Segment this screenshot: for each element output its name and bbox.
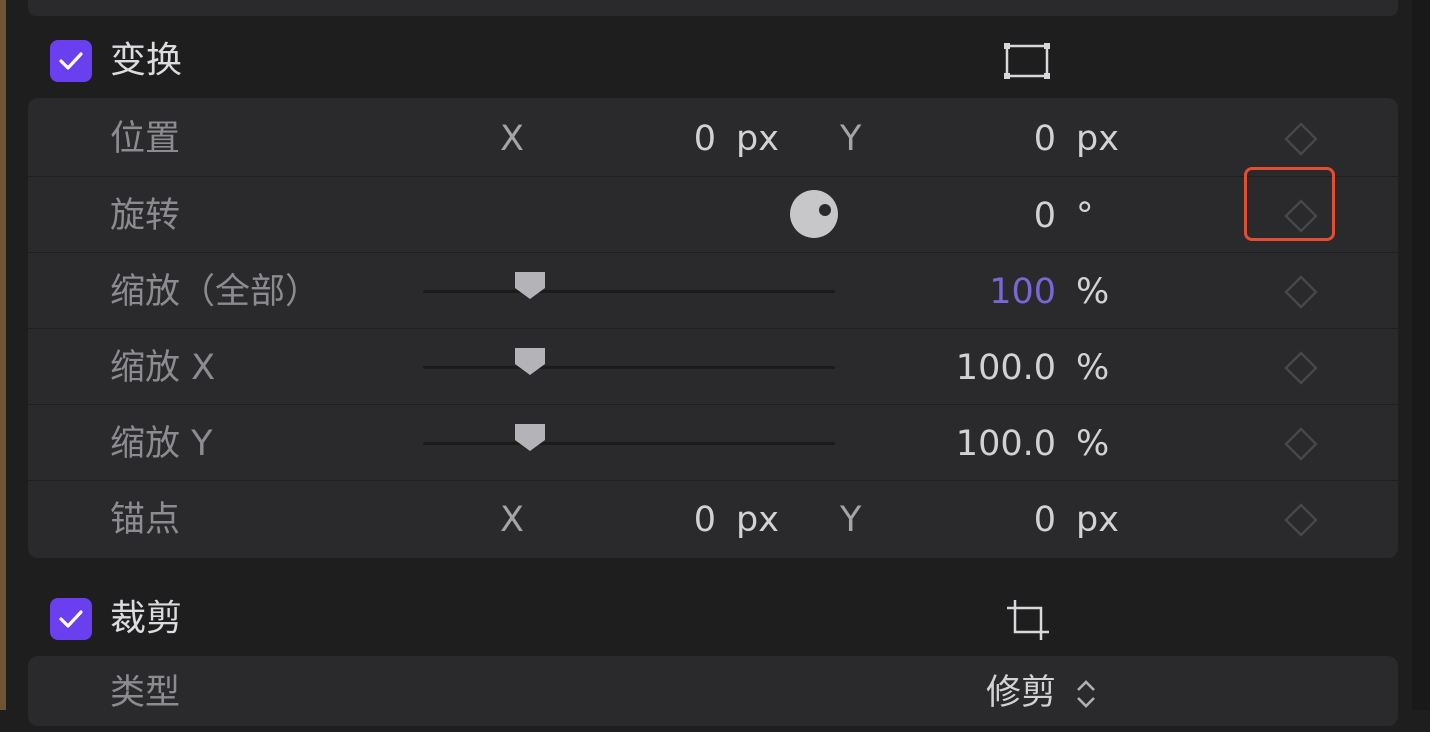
- scale-all-slider-thumb[interactable]: [512, 269, 548, 301]
- scale-y-row: 缩放 Y 100.0 %: [28, 404, 1398, 481]
- scale-all-unit: %: [1076, 272, 1110, 312]
- anchor-row: 锚点 X 0 px Y 0 px: [28, 480, 1398, 557]
- rotation-dial[interactable]: [785, 190, 843, 238]
- position-keyframe-icon[interactable]: [1284, 122, 1318, 156]
- crop-type-label: 类型: [110, 673, 181, 713]
- rotation-label: 旋转: [110, 196, 181, 236]
- scale-y-slider[interactable]: [423, 442, 835, 445]
- scale-all-row: 缩放（全部） 100 %: [28, 252, 1398, 329]
- scale-x-row: 缩放 X 100.0 %: [28, 328, 1398, 405]
- scale-all-keyframe-icon[interactable]: [1284, 275, 1318, 309]
- scale-x-label: 缩放 X: [110, 348, 216, 388]
- scale-y-keyframe-icon[interactable]: [1284, 427, 1318, 461]
- rotation-unit: °: [1076, 196, 1094, 236]
- anchor-x-unit: px: [736, 500, 779, 540]
- anchor-y-axis: Y: [840, 500, 862, 540]
- scale-y-slider-thumb[interactable]: [512, 421, 548, 453]
- anchor-y-value[interactable]: 0: [896, 495, 1056, 545]
- select-arrows-icon[interactable]: [1071, 674, 1101, 714]
- position-label: 位置: [110, 119, 181, 159]
- anchor-label: 锚点: [110, 500, 181, 540]
- anchor-x-value[interactable]: 0: [556, 495, 716, 545]
- crop-section-header: 裁剪: [28, 580, 1398, 656]
- scale-all-slider[interactable]: [423, 290, 835, 293]
- rotation-row: 旋转 0 °: [28, 176, 1398, 253]
- crop-title: 裁剪: [110, 598, 183, 639]
- checkmark-icon: [59, 610, 83, 628]
- rotation-value[interactable]: 0: [896, 191, 1056, 241]
- anchor-keyframe-icon[interactable]: [1284, 503, 1318, 537]
- checkmark-icon: [59, 52, 83, 70]
- scale-y-value[interactable]: 100.0: [896, 419, 1056, 469]
- transform-enable-checkbox[interactable]: [50, 40, 92, 82]
- position-y-axis: Y: [840, 119, 862, 159]
- position-x-axis: X: [500, 119, 524, 159]
- scale-x-keyframe-icon[interactable]: [1284, 351, 1318, 385]
- position-row: 位置 X 0 px Y 0 px: [28, 100, 1398, 176]
- crop-type-select[interactable]: 修剪: [896, 668, 1056, 718]
- transform-title: 变换: [110, 40, 183, 81]
- previous-section-bottom: [28, 0, 1398, 16]
- anchor-x-axis: X: [500, 500, 524, 540]
- scale-x-value[interactable]: 100.0: [896, 343, 1056, 393]
- scale-all-value[interactable]: 100: [896, 267, 1056, 317]
- position-y-value[interactable]: 0: [896, 114, 1056, 164]
- position-x-unit: px: [736, 119, 779, 159]
- transform-parameters: 位置 X 0 px Y 0 px 旋转 0 ° 缩放（全部） 100 % 缩放 …: [28, 98, 1398, 558]
- crop-icon[interactable]: [1003, 598, 1053, 642]
- anchor-y-unit: px: [1076, 500, 1119, 540]
- scale-x-slider[interactable]: [423, 366, 835, 369]
- crop-enable-checkbox[interactable]: [50, 598, 92, 640]
- scale-y-unit: %: [1076, 424, 1110, 464]
- transform-section-header: 变换: [28, 22, 1398, 98]
- crop-parameters: 类型 修剪: [28, 656, 1398, 726]
- scale-all-label: 缩放（全部）: [110, 272, 321, 312]
- position-x-value[interactable]: 0: [556, 114, 716, 164]
- scale-x-slider-thumb[interactable]: [512, 345, 548, 377]
- crop-type-row: 类型 修剪: [28, 656, 1398, 732]
- scale-x-unit: %: [1076, 348, 1110, 388]
- transform-bounds-icon[interactable]: [1003, 40, 1053, 84]
- rotation-keyframe-highlight: [1244, 167, 1335, 241]
- position-y-unit: px: [1076, 119, 1119, 159]
- scale-y-label: 缩放 Y: [110, 424, 213, 464]
- window-edge: [0, 0, 6, 710]
- scrollbar-gutter[interactable]: [1412, 0, 1430, 710]
